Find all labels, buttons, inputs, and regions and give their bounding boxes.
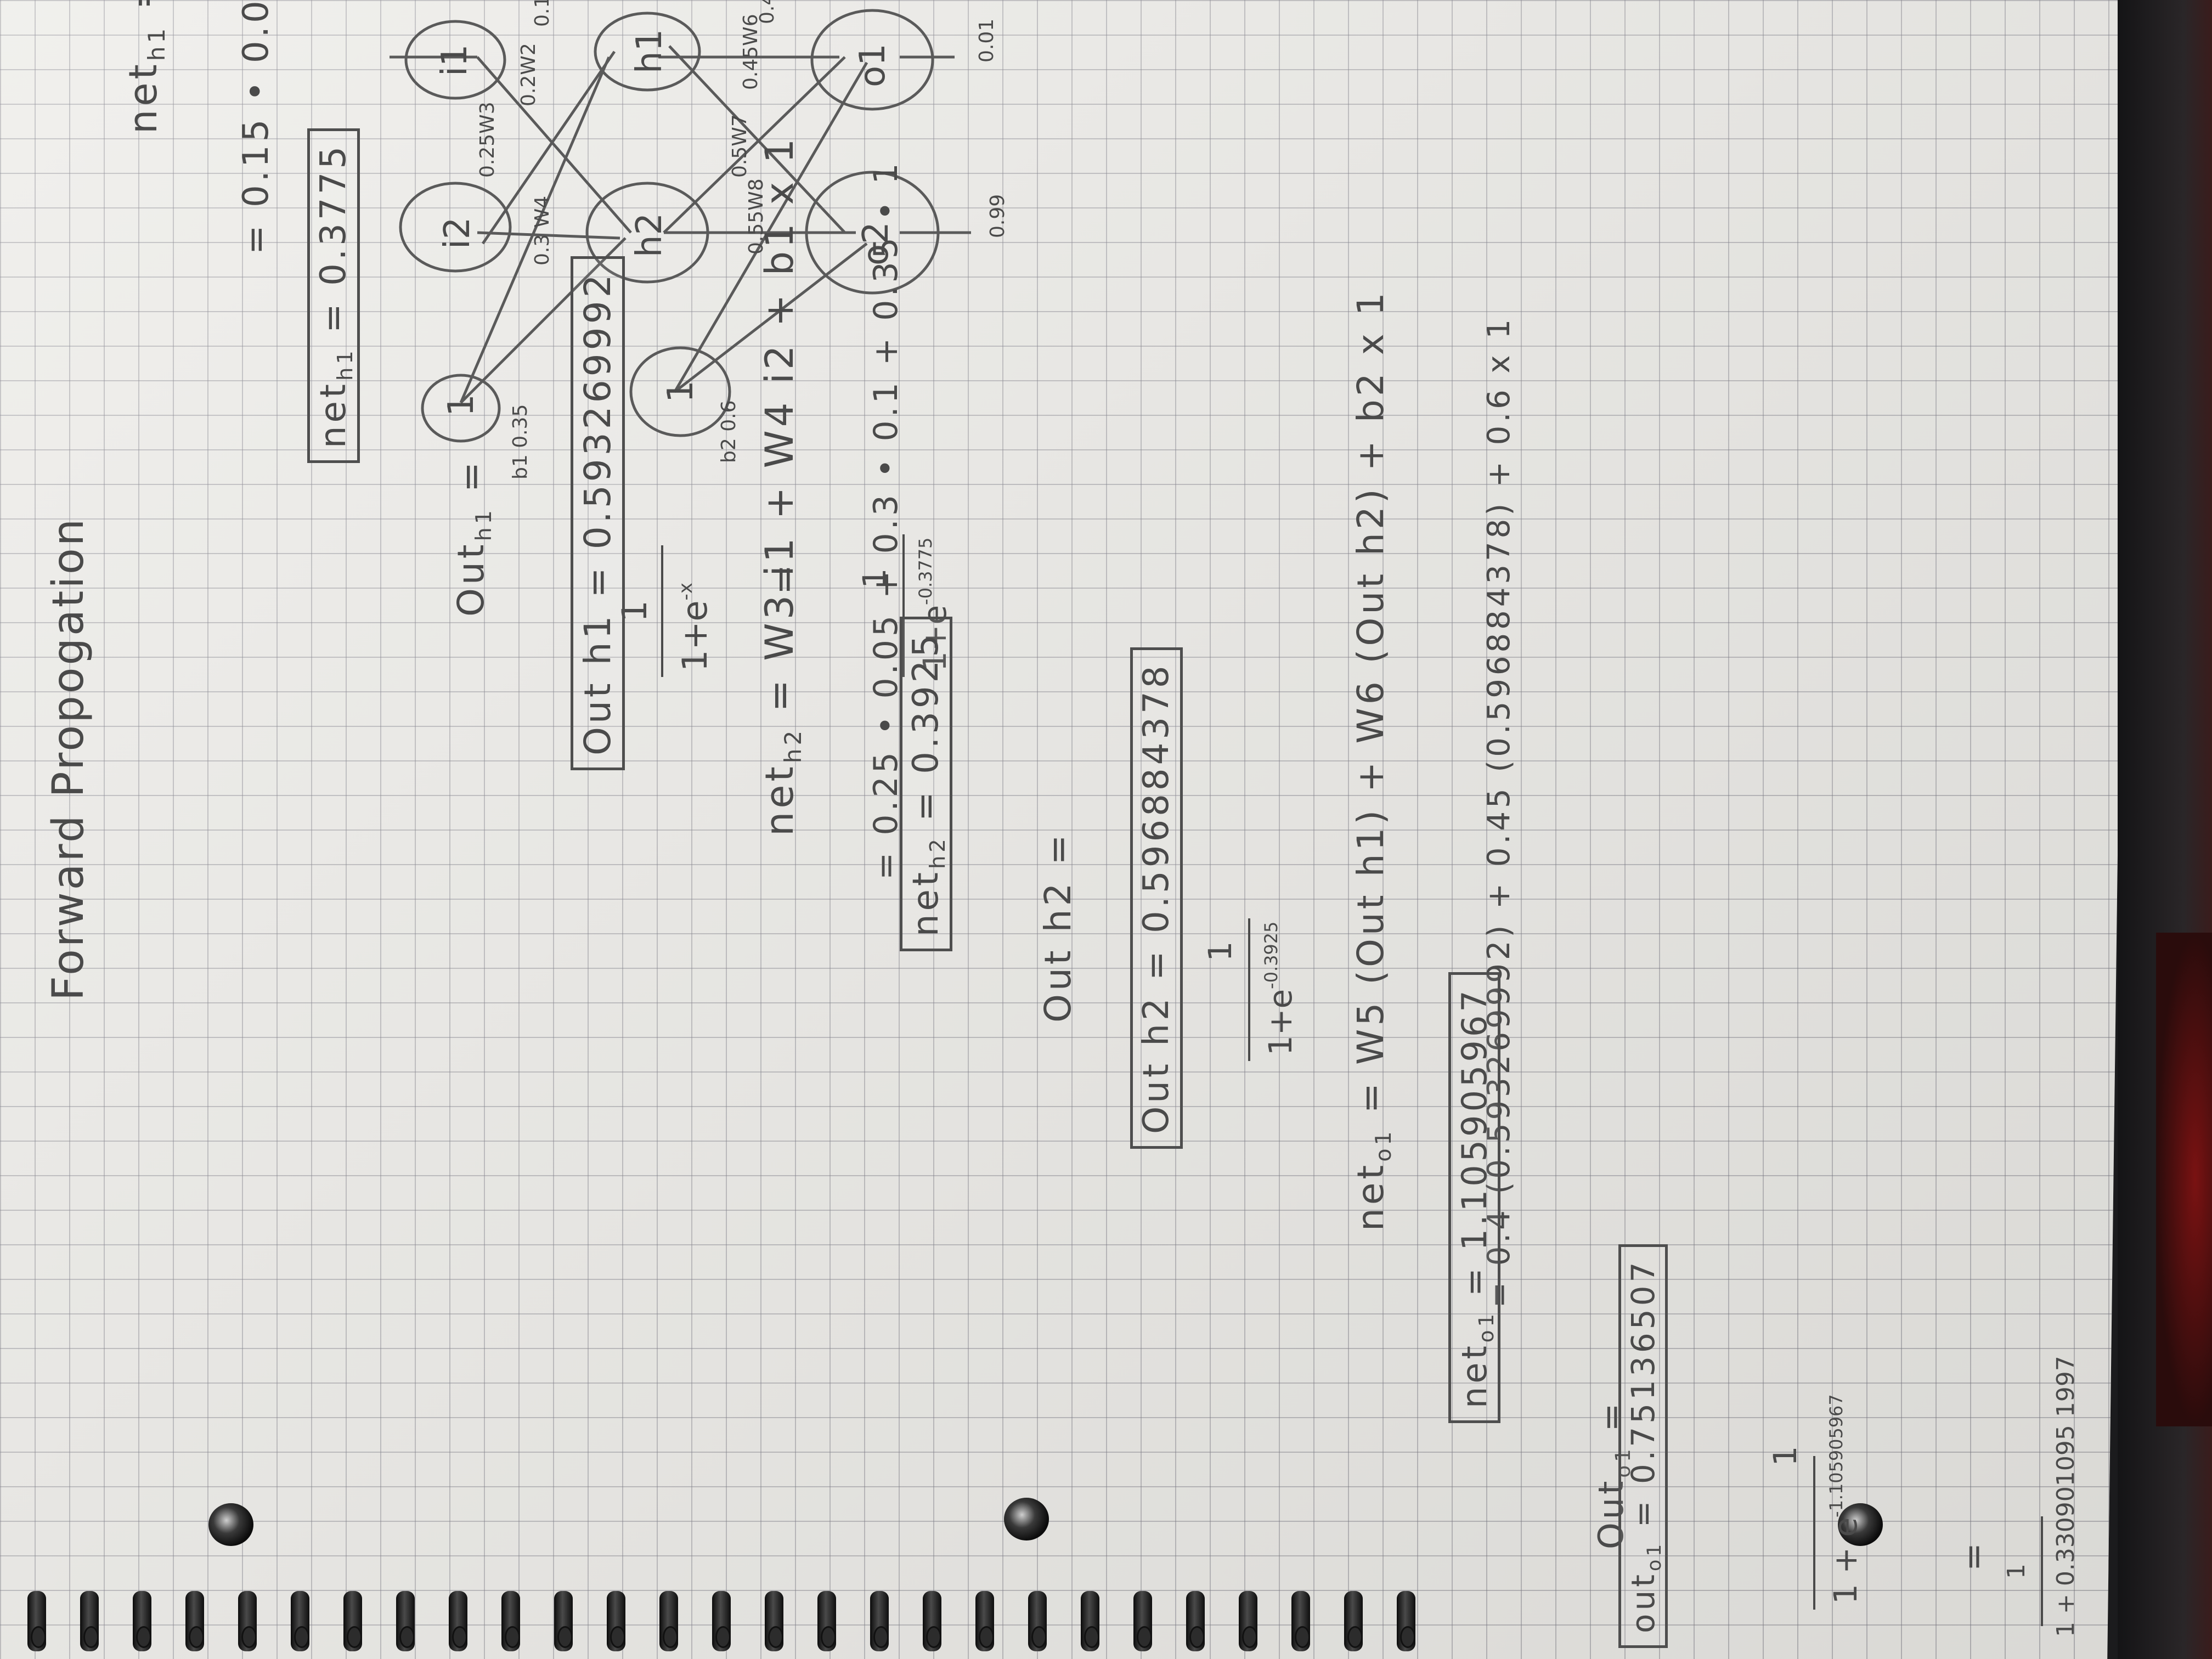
- out-h2-fraction: 1 1+e-0.3925: [1180, 825, 1317, 1077]
- net-h1-substitution: = 0.15 • 0.05 + 0.2 • 0.1 + 0.35 • 1: [236, 0, 276, 255]
- bias1-label: b1 0.35: [509, 404, 532, 479]
- weight-w3: 0.25W3: [476, 101, 499, 178]
- out-h2-lhs: Out h2 =: [1037, 831, 1079, 1023]
- handwritten-notes: Forward Propogation i1 i2 1 h1 h2 1 o1 o…: [0, 0, 2129, 1659]
- background-fabric: [2156, 933, 2212, 1426]
- net-o1-result: neto1 = 1.105905967: [1448, 972, 1500, 1423]
- node-b1-label: 1: [441, 394, 482, 416]
- net-h2-result: neth2 = 0.3925: [900, 616, 952, 951]
- node-i2-label: i2: [437, 217, 478, 250]
- out-h2-result: Out h2 = 0.596884378: [1130, 647, 1183, 1149]
- out-o1-fraction-value: 1 1 + 0.330901095 1997: [2002, 1356, 2080, 1637]
- out-o1-fraction-exp: 1 1 + e-1.105905967: [1745, 1286, 1882, 1626]
- weight-w1: 0.15 W1: [531, 0, 554, 27]
- out-h1-result: Out h1 = 0.593269992: [571, 256, 625, 770]
- weight-w2: 0.2W2: [517, 43, 540, 106]
- net-h2-equation: neth2 = W3 i1 + W4 i2 + b1 x 1: [757, 135, 806, 836]
- node-b2-label: 1: [661, 380, 701, 403]
- net-h1-equation: neth1 = W1i1 + W2i2 + b1x1: [121, 0, 170, 134]
- node-h2-label: h2: [629, 213, 670, 257]
- out-h1-lhs: Outh1 =: [450, 458, 496, 617]
- target-o2: 0.99: [986, 194, 1009, 238]
- node-h1-label: h1: [629, 29, 670, 74]
- bias2-label: b2 0.6: [718, 400, 740, 463]
- out-o1-result: outo1 = 0.75136507: [1618, 1244, 1668, 1648]
- target-o1: 0.01: [975, 19, 998, 63]
- net-h1-result: neth1 = 0.3775: [307, 128, 360, 463]
- node-i1-label: i1: [435, 44, 475, 77]
- weight-w4: 0.3 W4: [531, 196, 554, 266]
- weight-w7: 0.5W7: [729, 114, 751, 178]
- net-o1-equation: neto1 = W5 (Out h1) + W6 (Out h2) + b2 x…: [1350, 289, 1396, 1231]
- weight-w6: 0.45W6: [740, 14, 762, 90]
- node-o1-label: o1: [853, 43, 893, 87]
